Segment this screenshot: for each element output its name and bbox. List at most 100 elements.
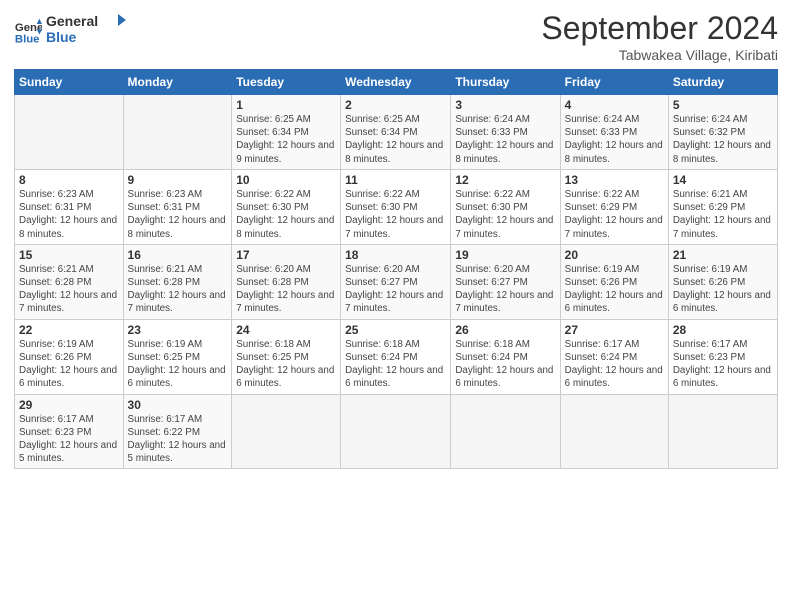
header-thursday: Thursday — [451, 70, 560, 95]
day-number: 5 — [673, 98, 773, 112]
day-number: 30 — [128, 398, 228, 412]
day-number: 11 — [345, 173, 446, 187]
day-detail: Sunrise: 6:24 AMSunset: 6:32 PMDaylight:… — [673, 114, 771, 165]
header-monday: Monday — [123, 70, 232, 95]
calendar-cell: 19 Sunrise: 6:20 AMSunset: 6:27 PMDayligh… — [451, 244, 560, 319]
calendar-cell: 30 Sunrise: 6:17 AMSunset: 6:22 PMDayligh… — [123, 394, 232, 469]
day-detail: Sunrise: 6:21 AMSunset: 6:28 PMDaylight:… — [128, 264, 226, 315]
day-number: 2 — [345, 98, 446, 112]
day-detail: Sunrise: 6:19 AMSunset: 6:26 PMDaylight:… — [19, 339, 117, 390]
calendar-cell — [560, 394, 668, 469]
svg-text:Blue: Blue — [46, 29, 77, 45]
calendar-cell: 9 Sunrise: 6:23 AMSunset: 6:31 PMDaylight… — [123, 169, 232, 244]
calendar-cell: 4 Sunrise: 6:24 AMSunset: 6:33 PMDaylight… — [560, 95, 668, 170]
calendar-cell: 8Sunrise: 6:23 AMSunset: 6:31 PMDaylight… — [15, 169, 124, 244]
day-number: 28 — [673, 323, 773, 337]
day-number: 18 — [345, 248, 446, 262]
calendar-cell: 2Sunrise: 6:25 AMSunset: 6:34 PMDaylight… — [341, 95, 451, 170]
calendar-cell: 20 Sunrise: 6:19 AMSunset: 6:26 PMDayligh… — [560, 244, 668, 319]
day-number: 27 — [565, 323, 664, 337]
day-number: 16 — [128, 248, 228, 262]
location-subtitle: Tabwakea Village, Kiribati — [541, 47, 778, 63]
calendar-cell: 13 Sunrise: 6:22 AMSunset: 6:29 PMDayligh… — [560, 169, 668, 244]
calendar-cell: 15 Sunrise: 6:21 AMSunset: 6:28 PMDayligh… — [15, 244, 124, 319]
week-row-4: 22Sunrise: 6:19 AMSunset: 6:26 PMDayligh… — [15, 319, 778, 394]
day-number: 15 — [19, 248, 119, 262]
calendar-cell: 12Sunrise: 6:22 AMSunset: 6:30 PMDayligh… — [451, 169, 560, 244]
calendar-cell: 5 Sunrise: 6:24 AMSunset: 6:32 PMDaylight… — [668, 95, 777, 170]
day-number: 20 — [565, 248, 664, 262]
calendar-cell: 25 Sunrise: 6:18 AMSunset: 6:24 PMDayligh… — [341, 319, 451, 394]
day-number: 21 — [673, 248, 773, 262]
day-number: 13 — [565, 173, 664, 187]
calendar-cell — [123, 95, 232, 170]
header-sunday: Sunday — [15, 70, 124, 95]
day-detail: Sunrise: 6:17 AMSunset: 6:22 PMDaylight:… — [128, 414, 226, 465]
day-detail: Sunrise: 6:24 AMSunset: 6:33 PMDaylight:… — [455, 114, 553, 165]
day-detail: Sunrise: 6:17 AMSunset: 6:23 PMDaylight:… — [673, 339, 771, 390]
calendar-cell: 17Sunrise: 6:20 AMSunset: 6:28 PMDayligh… — [232, 244, 341, 319]
calendar-table: SundayMondayTuesdayWednesdayThursdayFrid… — [14, 69, 778, 469]
calendar-cell: 29Sunrise: 6:17 AMSunset: 6:23 PMDayligh… — [15, 394, 124, 469]
day-number: 12 — [455, 173, 555, 187]
logo: General Blue General Blue — [14, 10, 126, 51]
day-detail: Sunrise: 6:20 AMSunset: 6:27 PMDaylight:… — [345, 264, 443, 315]
day-number: 17 — [236, 248, 336, 262]
day-detail: Sunrise: 6:20 AMSunset: 6:27 PMDaylight:… — [455, 264, 553, 315]
calendar-cell: 18 Sunrise: 6:20 AMSunset: 6:27 PMDayligh… — [341, 244, 451, 319]
calendar-cell: 10Sunrise: 6:22 AMSunset: 6:30 PMDayligh… — [232, 169, 341, 244]
day-detail: Sunrise: 6:21 AMSunset: 6:28 PMDaylight:… — [19, 264, 117, 315]
calendar-cell — [668, 394, 777, 469]
calendar-cell: 16 Sunrise: 6:21 AMSunset: 6:28 PMDayligh… — [123, 244, 232, 319]
header-tuesday: Tuesday — [232, 70, 341, 95]
calendar-cell: 27 Sunrise: 6:17 AMSunset: 6:24 PMDayligh… — [560, 319, 668, 394]
calendar-cell: 26 Sunrise: 6:18 AMSunset: 6:24 PMDayligh… — [451, 319, 560, 394]
svg-text:General: General — [46, 13, 98, 29]
calendar-cell: 23 Sunrise: 6:19 AMSunset: 6:25 PMDayligh… — [123, 319, 232, 394]
calendar-cell — [451, 394, 560, 469]
day-detail: Sunrise: 6:21 AMSunset: 6:29 PMDaylight:… — [673, 189, 771, 240]
day-detail: Sunrise: 6:23 AMSunset: 6:31 PMDaylight:… — [128, 189, 226, 240]
day-detail: Sunrise: 6:18 AMSunset: 6:25 PMDaylight:… — [236, 339, 334, 390]
day-number: 26 — [455, 323, 555, 337]
day-number: 19 — [455, 248, 555, 262]
day-number: 9 — [128, 173, 228, 187]
calendar-cell — [15, 95, 124, 170]
day-number: 23 — [128, 323, 228, 337]
day-number: 14 — [673, 173, 773, 187]
day-number: 25 — [345, 323, 446, 337]
day-detail: Sunrise: 6:18 AMSunset: 6:24 PMDaylight:… — [455, 339, 553, 390]
day-detail: Sunrise: 6:19 AMSunset: 6:25 PMDaylight:… — [128, 339, 226, 390]
day-detail: Sunrise: 6:19 AMSunset: 6:26 PMDaylight:… — [565, 264, 663, 315]
day-detail: Sunrise: 6:17 AMSunset: 6:23 PMDaylight:… — [19, 414, 117, 465]
day-number: 10 — [236, 173, 336, 187]
day-number: 4 — [565, 98, 664, 112]
calendar-cell: 3Sunrise: 6:24 AMSunset: 6:33 PMDaylight… — [451, 95, 560, 170]
title-block: September 2024 Tabwakea Village, Kiribat… — [541, 10, 778, 63]
month-title: September 2024 — [541, 10, 778, 47]
day-detail: Sunrise: 6:25 AMSunset: 6:34 PMDaylight:… — [236, 114, 334, 165]
day-number: 24 — [236, 323, 336, 337]
header-friday: Friday — [560, 70, 668, 95]
calendar-cell — [232, 394, 341, 469]
header-wednesday: Wednesday — [341, 70, 451, 95]
day-detail: Sunrise: 6:18 AMSunset: 6:24 PMDaylight:… — [345, 339, 443, 390]
calendar-cell: 1Sunrise: 6:25 AMSunset: 6:34 PMDaylight… — [232, 95, 341, 170]
main-container: General Blue General Blue September 2024… — [0, 0, 792, 479]
day-detail: Sunrise: 6:23 AMSunset: 6:31 PMDaylight:… — [19, 189, 117, 240]
day-detail: Sunrise: 6:22 AMSunset: 6:29 PMDaylight:… — [565, 189, 663, 240]
week-row-2: 8Sunrise: 6:23 AMSunset: 6:31 PMDaylight… — [15, 169, 778, 244]
svg-text:Blue: Blue — [15, 33, 40, 45]
week-row-3: 15 Sunrise: 6:21 AMSunset: 6:28 PMDayligh… — [15, 244, 778, 319]
logo-svg: General Blue — [46, 10, 126, 46]
logo-icon: General Blue — [14, 17, 42, 45]
week-row-1: 1Sunrise: 6:25 AMSunset: 6:34 PMDaylight… — [15, 95, 778, 170]
calendar-cell — [341, 394, 451, 469]
calendar-cell: 11 Sunrise: 6:22 AMSunset: 6:30 PMDayligh… — [341, 169, 451, 244]
day-detail: Sunrise: 6:22 AMSunset: 6:30 PMDaylight:… — [345, 189, 443, 240]
calendar-cell: 22Sunrise: 6:19 AMSunset: 6:26 PMDayligh… — [15, 319, 124, 394]
calendar-cell: 21Sunrise: 6:19 AMSunset: 6:26 PMDayligh… — [668, 244, 777, 319]
day-detail: Sunrise: 6:24 AMSunset: 6:33 PMDaylight:… — [565, 114, 663, 165]
day-detail: Sunrise: 6:17 AMSunset: 6:24 PMDaylight:… — [565, 339, 663, 390]
week-row-5: 29Sunrise: 6:17 AMSunset: 6:23 PMDayligh… — [15, 394, 778, 469]
